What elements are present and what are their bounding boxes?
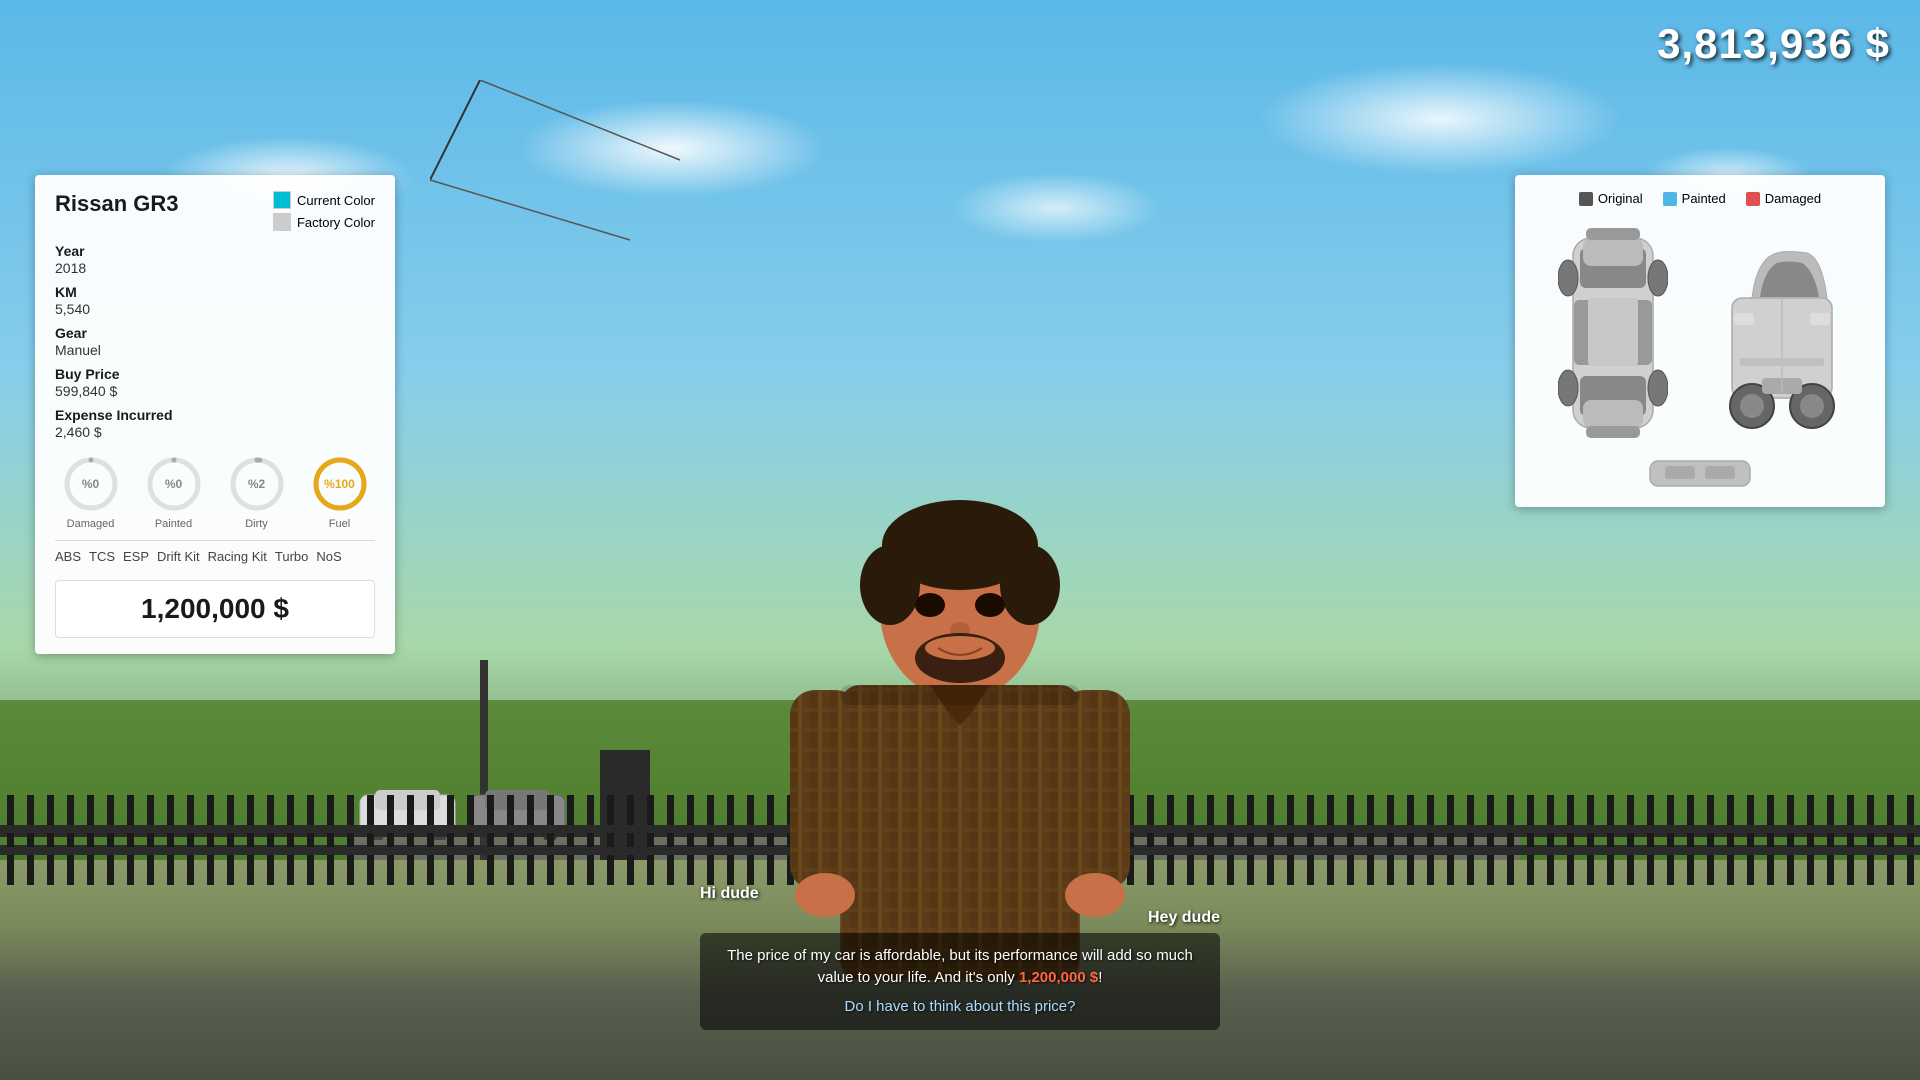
upgrade-badge: TCS [89, 549, 115, 564]
dialogue-price-highlight: 1,200,000 $ [1019, 969, 1098, 986]
condition-circle: %2 [227, 454, 287, 514]
car-front-view [1722, 218, 1842, 448]
dialogue-text: The price of my car is affordable, but i… [700, 933, 1220, 1031]
condition-item: %2 Dirty [227, 454, 287, 530]
condition-circle: %0 [61, 454, 121, 514]
gear-label: Gear [55, 325, 375, 341]
car-name: Rissan GR3 [55, 191, 179, 217]
upgrade-badge: ABS [55, 549, 81, 564]
km-value: 5,540 [55, 301, 375, 317]
condition-label: Damaged [67, 518, 115, 530]
color-legend: Current Color Factory Color [273, 191, 375, 231]
legend-dot [1663, 192, 1677, 206]
rear-bumper-view [1635, 456, 1765, 491]
upgrade-badge: Turbo [275, 549, 308, 564]
money-value: 3,813,936 $ [1657, 20, 1890, 67]
dialogue-speaker-right: Hey dude [700, 909, 1220, 927]
dialogue-exclaim: ! [1098, 969, 1102, 986]
panel-header: Rissan GR3 Current Color Factory Color [55, 191, 375, 231]
year-label: Year [55, 243, 375, 259]
upgrades-row: ABS TCS ESP Drift Kit Racing Kit Turbo NoS [55, 540, 375, 572]
car-top-view [1558, 218, 1668, 448]
gear-value: Manuel [55, 342, 375, 358]
legend-item: Painted [1663, 191, 1726, 206]
dialogue-main-text: The price of my car is affordable, but i… [727, 947, 1193, 987]
legend-label: Damaged [1765, 191, 1821, 206]
condition-label: Fuel [329, 518, 350, 530]
km-label: KM [55, 284, 375, 300]
expense-value: 2,460 $ [55, 424, 375, 440]
power-lines [430, 80, 730, 280]
diagram-legend: Original Painted Damaged [1531, 191, 1869, 206]
legend-dot [1579, 192, 1593, 206]
buy-price-value: 599,840 $ [55, 383, 375, 399]
factory-color-item: Factory Color [273, 213, 375, 231]
upgrade-badge: NoS [316, 549, 341, 564]
current-color-swatch [273, 191, 291, 209]
expense-row: Expense Incurred 2,460 $ [55, 407, 375, 440]
sale-price-display: 1,200,000 $ [55, 580, 375, 638]
factory-color-swatch [273, 213, 291, 231]
current-color-label: Current Color [297, 193, 375, 208]
year-row: Year 2018 [55, 243, 375, 276]
car-diagram-panel: Original Painted Damaged [1515, 175, 1885, 507]
condition-item: %0 Painted [144, 454, 204, 530]
factory-color-label: Factory Color [297, 215, 375, 230]
legend-item: Original [1579, 191, 1643, 206]
condition-row: %0 Damaged %0 Painted %2 Dirty %100 Fuel [55, 454, 375, 530]
condition-item: %100 Fuel [310, 454, 370, 530]
dialogue-speaker-left: Hi dude [700, 885, 1220, 903]
legend-label: Original [1598, 191, 1643, 206]
legend-item: Damaged [1746, 191, 1821, 206]
legend-dot [1746, 192, 1760, 206]
year-value: 2018 [55, 260, 375, 276]
rear-bumper-row [1531, 456, 1869, 491]
dialogue-question: Do I have to think about this price? [718, 996, 1202, 1019]
buy-price-row: Buy Price 599,840 $ [55, 366, 375, 399]
condition-label: Dirty [245, 518, 268, 530]
condition-label: Painted [155, 518, 192, 530]
dialogue-box: Hi dude Hey dude The price of my car is … [700, 885, 1220, 1031]
gear-row: Gear Manuel [55, 325, 375, 358]
condition-circle: %0 [144, 454, 204, 514]
upgrade-badge: Drift Kit [157, 549, 200, 564]
car-info-panel: Rissan GR3 Current Color Factory Color Y… [35, 175, 395, 654]
legend-label: Painted [1682, 191, 1726, 206]
expense-label: Expense Incurred [55, 407, 375, 423]
upgrade-badge: ESP [123, 549, 149, 564]
upgrade-badge: Racing Kit [208, 549, 267, 564]
buy-price-label: Buy Price [55, 366, 375, 382]
condition-item: %0 Damaged [61, 454, 121, 530]
condition-circle: %100 [310, 454, 370, 514]
km-row: KM 5,540 [55, 284, 375, 317]
current-color-item: Current Color [273, 191, 375, 209]
hud-money: 3,813,936 $ [1657, 20, 1890, 68]
car-diagram-container [1531, 218, 1869, 448]
